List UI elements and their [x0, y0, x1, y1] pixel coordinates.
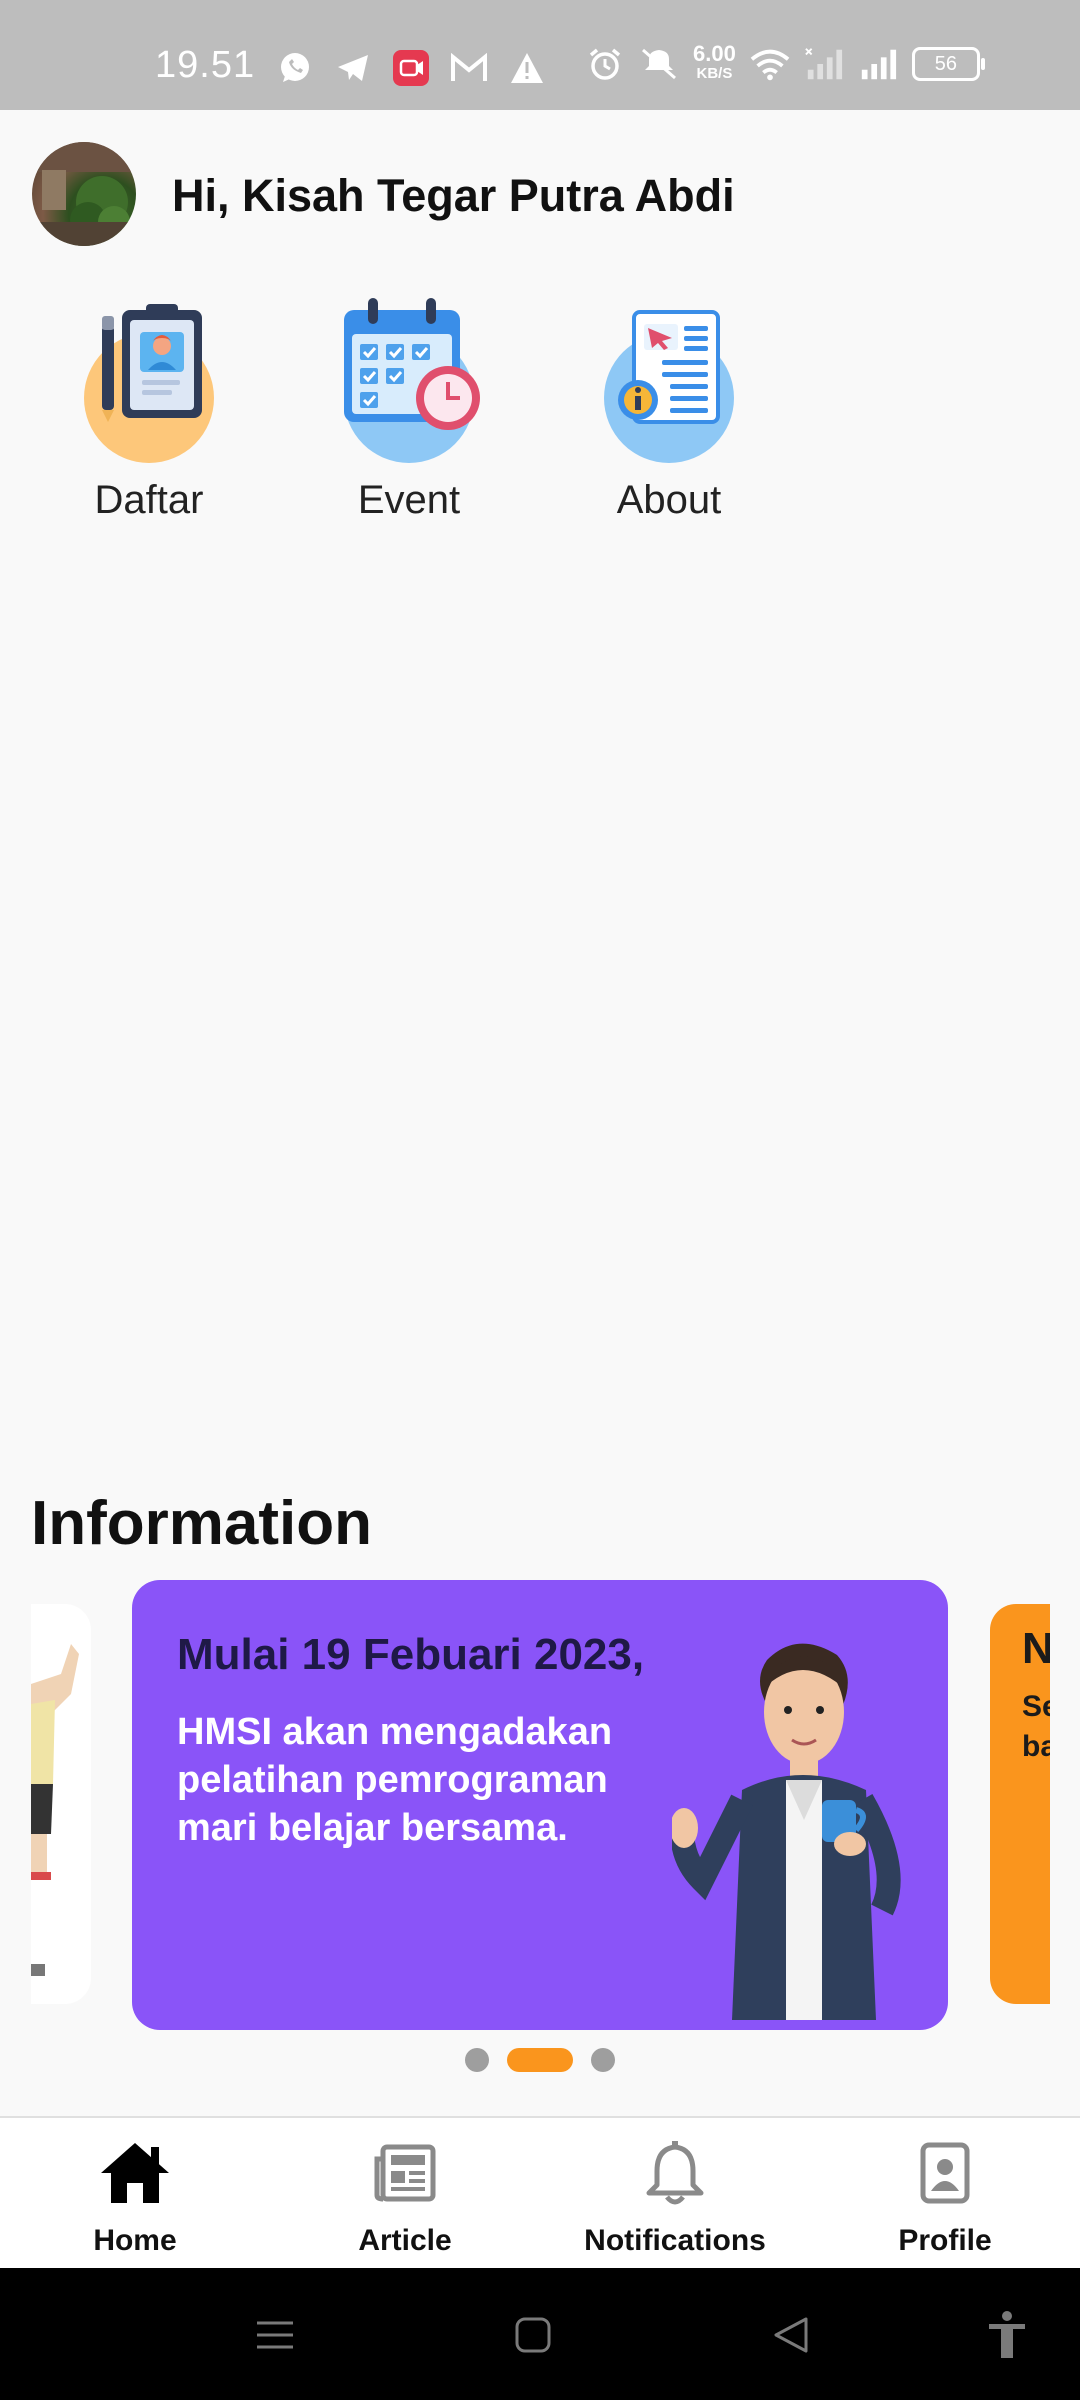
recent-apps-icon[interactable]	[250, 2310, 300, 2360]
accessibility-icon[interactable]	[982, 2310, 1032, 2360]
system-navigation-bar	[0, 2268, 1080, 2400]
next-card-line-1: Se	[1022, 1690, 1050, 1723]
next-card-heading: N	[1022, 1624, 1050, 1673]
carousel-card-next[interactable]: N Se ba	[990, 1604, 1050, 2004]
battery-indicator: 56	[911, 47, 985, 81]
menu-label-event: Event	[357, 478, 461, 522]
home-icon	[0, 2138, 270, 2208]
clipboard-register-icon	[54, 290, 244, 470]
document-info-icon	[574, 290, 764, 470]
nav-label-notifications: Notifications	[584, 2224, 766, 2257]
menu-daftar[interactable]: Daftar	[54, 290, 244, 523]
carousel-dot[interactable]	[591, 2048, 615, 2072]
nav-home[interactable]: Home	[0, 2138, 270, 2258]
warning-icon	[507, 48, 547, 88]
carousel-card-active[interactable]: Mulai 19 Febuari 2023, HMSI akan mengada…	[132, 1580, 948, 2030]
nav-notifications[interactable]: Notifications	[540, 2138, 810, 2258]
nav-label-home: Home	[93, 2224, 177, 2257]
signal-x-icon	[804, 44, 844, 84]
alarm-icon	[585, 44, 625, 84]
card-body: HMSI akan mengadakan pelatihan pemrogram…	[177, 1711, 613, 1849]
net-speed-value: 6.00	[693, 41, 736, 66]
article-icon	[270, 2138, 540, 2208]
carousel-dot[interactable]	[465, 2048, 489, 2072]
avatar[interactable]	[32, 142, 136, 246]
profile-icon	[810, 2138, 1080, 2208]
presenter-illustration	[672, 1643, 901, 2020]
wifi-icon	[750, 44, 790, 84]
card-heading: Mulai 19 Febuari 2023,	[177, 1630, 645, 1679]
carousel-card-previous[interactable]	[31, 1604, 91, 2004]
next-card-line-2: ba	[1022, 1730, 1050, 1763]
back-icon[interactable]	[766, 2310, 816, 2360]
information-title: Information	[31, 1489, 372, 1558]
system-status-icons: 6.00 KB/S 56	[585, 41, 985, 84]
menu-about[interactable]: About	[574, 290, 764, 523]
status-bar: 19.51 6.00 KB/S 56	[0, 0, 1080, 110]
menu-event[interactable]: Event	[314, 290, 504, 523]
carousel-dot-active[interactable]	[507, 2048, 573, 2072]
telegram-icon	[333, 48, 373, 88]
greeting-title: Hi, Kisah Tegar Putra Abdi	[172, 170, 735, 221]
calendar-event-icon	[314, 290, 504, 470]
nav-label-profile: Profile	[898, 2224, 992, 2257]
network-speed: 6.00 KB/S	[693, 41, 736, 84]
nav-profile[interactable]: Profile	[810, 2138, 1080, 2258]
home-button-icon[interactable]	[508, 2310, 558, 2360]
gmail-icon	[449, 48, 489, 88]
bottom-navigation: Home Article Notifications Profile	[0, 2116, 1080, 2268]
notification-icons	[275, 48, 547, 88]
screen-record-icon	[391, 48, 431, 88]
nav-article[interactable]: Article	[270, 2138, 540, 2258]
nav-label-article: Article	[358, 2224, 452, 2257]
signal-icon	[858, 44, 898, 84]
bell-icon	[540, 2138, 810, 2208]
battery-level: 56	[934, 52, 957, 75]
carousel-indicator	[0, 2048, 1080, 2072]
mute-icon	[639, 44, 679, 84]
menu-label-about: About	[616, 478, 722, 522]
status-time: 19.51	[155, 44, 256, 86]
net-speed-unit: KB/S	[696, 65, 733, 82]
whatsapp-icon	[275, 48, 315, 88]
menu-label-daftar: Daftar	[94, 478, 204, 522]
